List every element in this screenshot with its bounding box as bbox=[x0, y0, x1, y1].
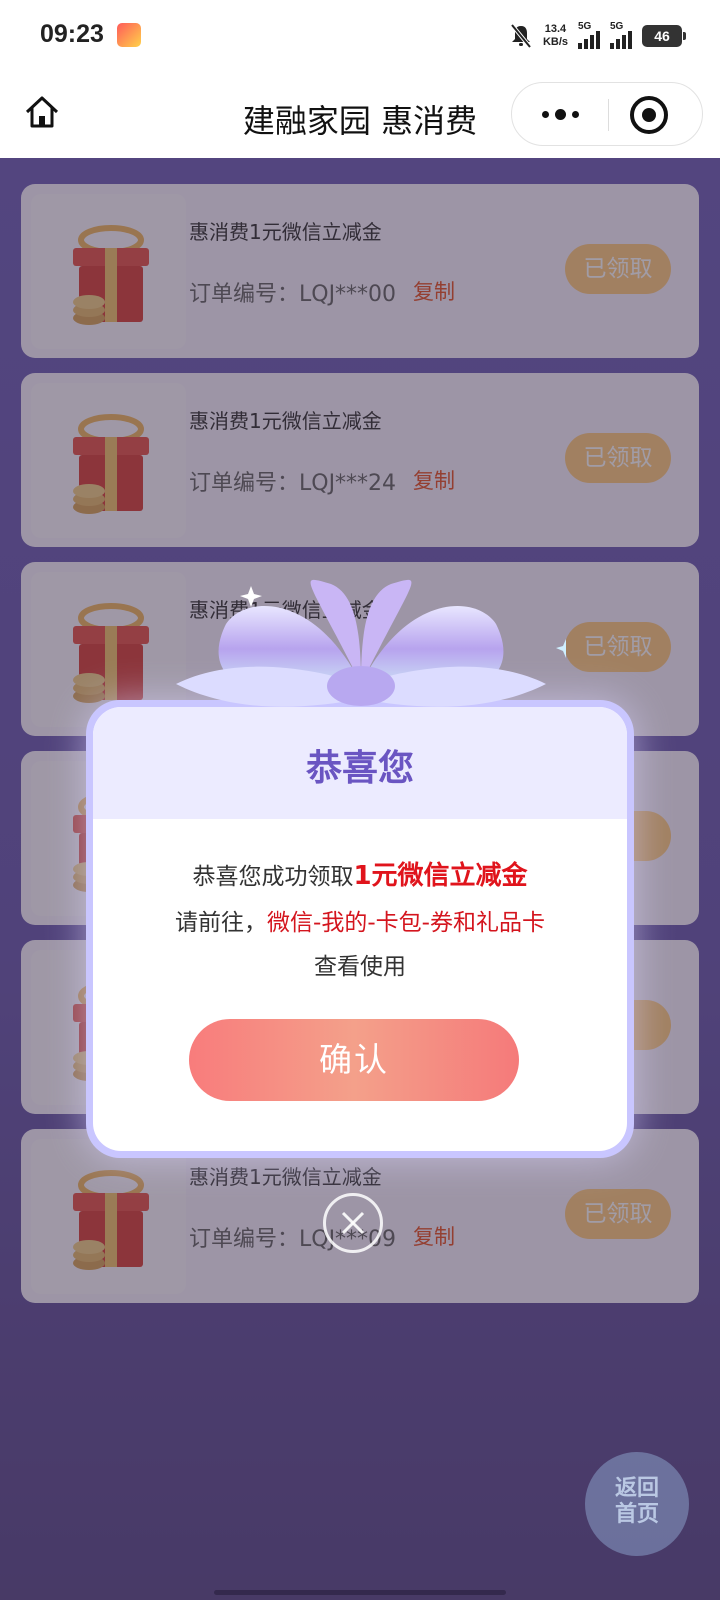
app-notification-icon bbox=[117, 23, 141, 47]
return-home-button[interactable]: 返回 首页 bbox=[585, 1452, 689, 1556]
gesture-bar[interactable] bbox=[214, 1590, 506, 1595]
battery-icon: 46 bbox=[642, 25, 686, 47]
reward-highlight: 1元微信立减金 bbox=[353, 861, 528, 891]
nav-bar: 建融家园 惠消费 bbox=[0, 72, 720, 158]
signal-1-icon: 5G bbox=[578, 21, 600, 49]
miniprogram-capsule bbox=[511, 82, 703, 146]
wallet-path-highlight: 微信-我的-卡包-券和礼品卡 bbox=[267, 910, 545, 936]
status-bar: 09:23 13.4 KB/s 5G 5G 46 bbox=[0, 0, 720, 72]
close-circle-icon[interactable] bbox=[323, 1193, 383, 1253]
dialog-message-line3: 查看使用 bbox=[314, 954, 406, 980]
status-time: 09:23 bbox=[40, 20, 104, 48]
dialog-title: 恭喜您 bbox=[305, 748, 414, 789]
close-x-icon bbox=[341, 1211, 365, 1235]
capsule-divider bbox=[608, 99, 609, 131]
confirm-button[interactable]: 确认 bbox=[189, 1019, 519, 1101]
mute-bell-icon bbox=[510, 23, 532, 49]
more-dots-icon[interactable] bbox=[512, 83, 608, 145]
dialog-message-line2: 请前往，微信-我的-卡包-券和礼品卡 bbox=[175, 910, 545, 936]
target-close-icon[interactable] bbox=[630, 96, 668, 134]
dialog-frame: 恭喜您 恭喜您成功领取1元微信立减金 请前往，微信-我的-卡包-券和礼品卡 查看… bbox=[86, 700, 634, 1158]
status-indicators: 13.4 KB/s 5G 5G 46 bbox=[509, 20, 686, 52]
ribbon-bow-icon bbox=[176, 579, 566, 707]
dialog-message-line1: 恭喜您成功领取1元微信立减金 bbox=[192, 861, 528, 891]
network-speed: 13.4 KB/s bbox=[542, 23, 568, 48]
dialog-body: 恭喜您 恭喜您成功领取1元微信立减金 请前往，微信-我的-卡包-券和礼品卡 查看… bbox=[93, 707, 627, 1151]
success-dialog: 恭喜您 恭喜您成功领取1元微信立减金 请前往，微信-我的-卡包-券和礼品卡 查看… bbox=[86, 579, 634, 1158]
signal-2-icon: 5G bbox=[610, 21, 632, 49]
